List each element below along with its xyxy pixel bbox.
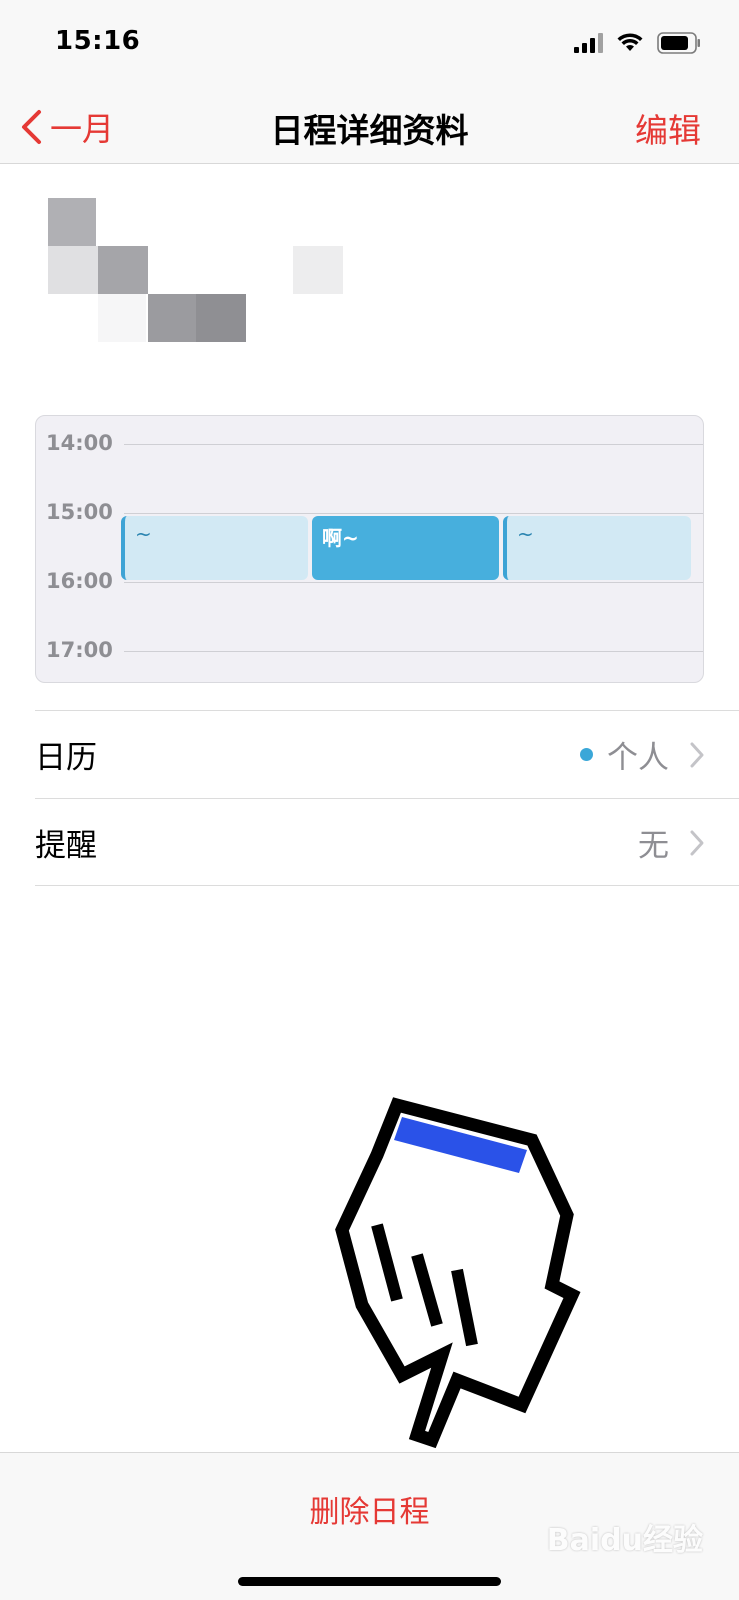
reminder-row-label: 提醒 bbox=[35, 827, 97, 864]
status-bar: 15:16 bbox=[0, 0, 739, 92]
home-indicator[interactable] bbox=[238, 1577, 501, 1586]
status-icons bbox=[574, 30, 701, 56]
timeline-event-selected[interactable]: 啊~ bbox=[312, 516, 499, 580]
hour-row: 14:00 bbox=[36, 431, 703, 471]
reminder-row-value: 无 bbox=[638, 827, 669, 864]
status-time: 15:16 bbox=[55, 26, 141, 56]
bottom-toolbar: 删除日程 Baidu经验 bbox=[0, 1452, 739, 1600]
page-title: 日程详细资料 bbox=[270, 111, 469, 150]
day-timeline-preview: 14:00 15:00 16:00 17:00 ~ 啊~ ~ bbox=[35, 415, 704, 683]
reminder-row[interactable]: 提醒 无 bbox=[35, 798, 739, 886]
timeline-event[interactable]: ~ bbox=[503, 516, 691, 580]
calendar-name: 个人 bbox=[607, 740, 669, 776]
chevron-right-icon bbox=[690, 742, 704, 768]
redacted-event-details bbox=[38, 188, 398, 358]
hour-label: 15:00 bbox=[46, 500, 113, 524]
hour-row: 17:00 bbox=[36, 638, 703, 678]
calendar-row-value: 个人 bbox=[580, 732, 669, 777]
hour-label: 16:00 bbox=[46, 569, 113, 593]
calendar-row[interactable]: 日历 个人 bbox=[35, 710, 739, 798]
hour-gridline bbox=[124, 582, 703, 583]
hour-label: 17:00 bbox=[46, 638, 113, 662]
navigation-bar: 一月 日程详细资料 编辑 bbox=[0, 92, 739, 164]
calendar-color-dot bbox=[580, 748, 593, 761]
wifi-icon bbox=[617, 33, 643, 51]
pointing-hand-icon bbox=[335, 1097, 581, 1449]
edit-button[interactable]: 编辑 bbox=[635, 104, 701, 152]
timeline-event[interactable]: ~ bbox=[121, 516, 308, 580]
hour-gridline bbox=[124, 651, 703, 652]
cellular-signal-icon bbox=[574, 33, 603, 53]
hour-gridline bbox=[124, 444, 703, 445]
battery-icon bbox=[657, 32, 700, 54]
watermark: Baidu经验 bbox=[546, 1523, 703, 1558]
chevron-right-icon bbox=[690, 830, 704, 856]
calendar-row-label: 日历 bbox=[35, 740, 97, 776]
hour-gridline bbox=[124, 513, 703, 514]
hour-label: 14:00 bbox=[46, 431, 113, 455]
